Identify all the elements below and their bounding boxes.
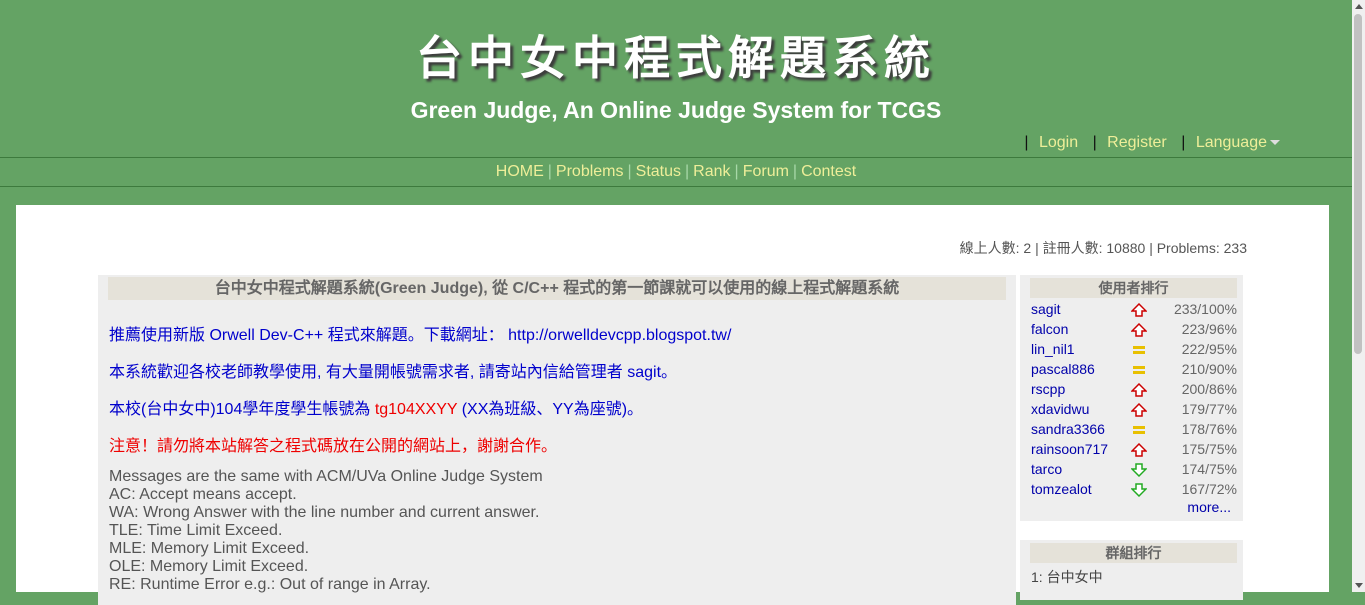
- user-rank-row: sandra3366 178/76%: [1031, 419, 1237, 439]
- user-rank-score: 200/86%: [1181, 381, 1237, 397]
- user-rank-row: pascal886 210/90%: [1031, 359, 1237, 379]
- site-logo[interactable]: 台中女中程式解題系統: [0, 22, 1352, 88]
- scroll-down-icon[interactable]: [1355, 583, 1363, 588]
- user-rank-name[interactable]: tomzealot: [1031, 479, 1092, 499]
- user-rank-row: tarco 174/75%: [1031, 459, 1237, 479]
- devcpp-message: 推薦使用新版 Orwell Dev-C++ 程式來解題。下載網址： http:/…: [109, 321, 731, 345]
- judge-messages: Messages are the same with ACM/UVa Onlin…: [109, 468, 543, 594]
- separator: |: [627, 163, 632, 180]
- separator: |: [547, 163, 552, 180]
- separator: |: [734, 163, 739, 180]
- site-stats: 線上人數: 2 | 註冊人數: 10880 | Problems: 233: [959, 240, 1247, 256]
- user-rank-title: 使用者排行: [1030, 278, 1237, 298]
- user-rank-row: rainsoon717 175/75%: [1031, 439, 1237, 459]
- user-rank-row: rscpp 200/86%: [1031, 379, 1237, 399]
- announcement-title: 台中女中程式解題系統(Green Judge), 從 C/C++ 程式的第一節課…: [108, 277, 1006, 300]
- user-rank-name[interactable]: rscpp: [1031, 379, 1065, 399]
- user-rank-row: sagit 233/100%: [1031, 299, 1237, 319]
- user-rank-score: 222/95%: [1181, 341, 1237, 357]
- user-rank-score: 175/75%: [1181, 441, 1237, 457]
- trend-up-icon: [1130, 322, 1148, 337]
- user-rank-row: xdavidwu 179/77%: [1031, 399, 1237, 419]
- user-rank-name[interactable]: sandra3366: [1031, 419, 1105, 439]
- devcpp-link[interactable]: http://orwelldevcpp.blogspot.tw/: [508, 327, 731, 344]
- warning-message: 注意！請勿將本站解答之程式碼放在公開的網站上，謝謝合作。: [109, 438, 558, 455]
- nav-forum[interactable]: Forum: [743, 163, 789, 180]
- scroll-up-icon[interactable]: [1355, 4, 1363, 9]
- user-rank-name[interactable]: tarco: [1031, 459, 1062, 479]
- account-message: 本校(台中女中)104學年度學生帳號為 tg104XXYY (XX為班級、YY為…: [109, 395, 643, 419]
- nav-rank[interactable]: Rank: [693, 163, 730, 180]
- judge-line: RE: Runtime Error e.g.: Out of range in …: [109, 576, 431, 593]
- register-link[interactable]: Register: [1107, 134, 1167, 151]
- judge-line: OLE: Memory Limit Exceed.: [109, 558, 309, 575]
- user-rank-name[interactable]: pascal886: [1031, 359, 1095, 379]
- account-note: (XX為班級、YY為座號)。: [457, 401, 644, 418]
- user-rank-name[interactable]: sagit: [1031, 299, 1061, 319]
- account-format: tg104XXYY: [374, 401, 458, 418]
- separator: |: [792, 163, 798, 180]
- trend-same-icon: [1131, 422, 1147, 436]
- user-rank-name[interactable]: xdavidwu: [1031, 399, 1089, 419]
- main-nav: HOME | Problems | Status | Rank | Forum | Contest: [0, 158, 1352, 186]
- user-rank-row: lin_nil1 222/95%: [1031, 339, 1237, 359]
- user-rank-row: falcon 223/96%: [1031, 319, 1237, 339]
- language-dropdown[interactable]: Language: [1196, 134, 1280, 151]
- judge-line: WA: Wrong Answer with the line number an…: [109, 504, 540, 521]
- user-rank-score: 233/100%: [1173, 301, 1237, 317]
- scroll-thumb[interactable]: [1354, 14, 1362, 354]
- judge-line: MLE: Memory Limit Exceed.: [109, 540, 310, 557]
- announcement-panel: 台中女中程式解題系統(Green Judge), 從 C/C++ 程式的第一節課…: [98, 275, 1016, 605]
- user-rank-name[interactable]: falcon: [1031, 319, 1068, 339]
- user-rank-name[interactable]: rainsoon717: [1031, 439, 1108, 459]
- user-bar: | Login | Register | Language: [1024, 134, 1280, 152]
- login-link[interactable]: Login: [1039, 134, 1078, 151]
- separator: |: [1181, 134, 1186, 151]
- site-header: 台中女中程式解題系統 Green Judge, An Online Judge …: [0, 0, 1352, 157]
- chevron-down-icon: [1270, 140, 1280, 146]
- account-text: 本校(台中女中)104學年度學生帳號為: [109, 401, 375, 418]
- user-rank-name[interactable]: lin_nil1: [1031, 339, 1075, 359]
- user-rank-score: 223/96%: [1181, 321, 1237, 337]
- nav-divider-bottom: [0, 186, 1352, 187]
- separator: |: [685, 163, 690, 180]
- group-rank-title: 群組排行: [1030, 543, 1237, 563]
- trend-same-icon: [1131, 362, 1147, 376]
- user-rank-score: 179/77%: [1181, 401, 1237, 417]
- site-subtitle: Green Judge, An Online Judge System for …: [410, 97, 942, 123]
- trend-up-icon: [1130, 302, 1148, 317]
- devcpp-text: 推薦使用新版 Orwell Dev-C++ 程式來解題。下載網址：: [109, 327, 504, 344]
- user-rank-score: 210/90%: [1181, 361, 1237, 377]
- judge-line: AC: Accept means accept.: [109, 486, 297, 503]
- trend-down-icon: [1130, 482, 1148, 498]
- trend-same-icon: [1131, 342, 1147, 356]
- user-rank-panel: 使用者排行 sagit 233/100% falcon 223/96% lin_nil1…: [1020, 275, 1243, 521]
- more-link[interactable]: more...: [1187, 499, 1231, 515]
- nav-contest[interactable]: Contest: [801, 163, 856, 180]
- trend-down-icon: [1130, 462, 1148, 478]
- user-rank-row: tomzealot 167/72%: [1031, 479, 1237, 499]
- user-rank-score: 167/72%: [1181, 481, 1237, 497]
- user-rank-score: 174/75%: [1181, 461, 1237, 477]
- user-rank-score: 178/76%: [1181, 421, 1237, 437]
- judge-line: TLE: Time Limit Exceed.: [109, 522, 283, 539]
- separator: |: [1092, 134, 1097, 151]
- trend-up-icon: [1130, 402, 1148, 417]
- trend-up-icon: [1130, 442, 1148, 457]
- teacher-message: 本系統歡迎各校老師教學使用, 有大量開帳號需求者, 請寄站內信給管理者 sagi…: [109, 364, 678, 381]
- nav-status[interactable]: Status: [636, 163, 681, 180]
- nav-home[interactable]: HOME: [496, 163, 544, 180]
- content-panel: 線上人數: 2 | 註冊人數: 10880 | Problems: 233 台中…: [16, 205, 1329, 605]
- separator: |: [1024, 134, 1029, 151]
- trend-up-icon: [1130, 382, 1148, 397]
- group-rank-item[interactable]: 1: 台中女中: [1031, 567, 1103, 587]
- page-scrollbar[interactable]: [1352, 0, 1365, 592]
- judge-line: Messages are the same with ACM/UVa Onlin…: [109, 468, 543, 485]
- nav-problems[interactable]: Problems: [556, 163, 624, 180]
- language-label: Language: [1195, 134, 1267, 151]
- group-rank-panel: 群組排行 1: 台中女中: [1020, 540, 1243, 600]
